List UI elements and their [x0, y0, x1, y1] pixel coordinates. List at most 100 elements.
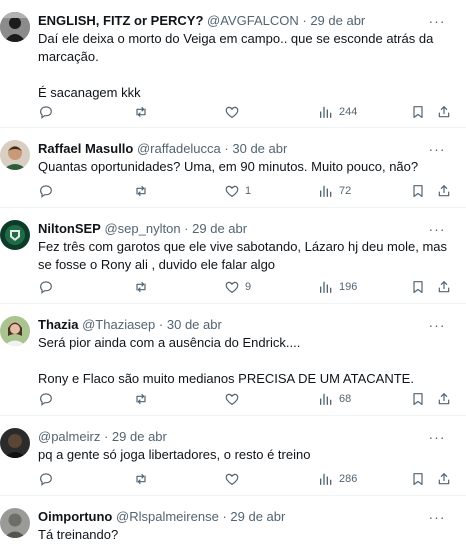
avatar[interactable]: [0, 316, 30, 346]
bookmark-button[interactable]: [410, 182, 426, 200]
tweet-header: Raffael Masullo @raffadelucca · 30 de ab…: [38, 140, 287, 158]
tweet-text-line: Será pior ainda com a ausência do Endric…: [38, 335, 301, 350]
tweet-text: Daí ele deixa o morto do Veiga em campo.…: [38, 30, 448, 102]
share-icon: [438, 473, 450, 485]
display-name[interactable]: Oimportuno: [38, 509, 112, 524]
reply-icon: [40, 185, 52, 198]
tweet-actions: 1 72: [0, 182, 466, 200]
tweet-date[interactable]: 30 de abr: [167, 317, 222, 332]
display-name[interactable]: Raffael Masullo: [38, 141, 133, 156]
reply-button[interactable]: [38, 278, 59, 296]
tweet[interactable]: Oimportuno @Rlspalmeirense · 29 de abr ·…: [0, 496, 466, 555]
display-name[interactable]: ENGLISH, FITZ or PERCY?: [38, 13, 203, 28]
views-chart-icon: [320, 473, 332, 485]
more-options-icon[interactable]: ···: [426, 142, 448, 156]
retweet-icon: [136, 106, 146, 118]
tweet-date[interactable]: 29 de abr: [230, 509, 285, 524]
bookmark-icon: [413, 185, 423, 197]
views-button[interactable]: 72: [318, 182, 351, 200]
reply-icon: [40, 393, 52, 406]
views-chart-icon: [320, 185, 332, 197]
bookmark-button[interactable]: [410, 103, 426, 121]
share-button[interactable]: [436, 103, 452, 121]
separator-dot: ·: [103, 429, 109, 444]
reply-icon: [40, 281, 52, 294]
user-handle[interactable]: @sep_nylton: [104, 221, 180, 236]
user-handle[interactable]: @Rlspalmeirense: [116, 509, 219, 524]
views-chart-icon: [320, 281, 332, 293]
retweet-button[interactable]: [133, 278, 154, 296]
tweet[interactable]: Raffael Masullo @raffadelucca · 30 de ab…: [0, 128, 466, 208]
reply-icon: [40, 106, 52, 119]
retweet-button[interactable]: [133, 390, 154, 408]
tweet[interactable]: NiltonSEP @sep_nylton · 29 de abr ··· Fe…: [0, 208, 466, 304]
tweet-text: Será pior ainda com a ausência do Endric…: [38, 334, 448, 388]
reply-button[interactable]: [38, 103, 59, 121]
bookmark-button[interactable]: [410, 470, 426, 488]
heart-icon: [225, 185, 239, 197]
view-count: 72: [339, 185, 352, 197]
tweet-header: ENGLISH, FITZ or PERCY? @AVGFALCON · 29 …: [38, 12, 365, 30]
avatar[interactable]: [0, 508, 30, 538]
share-button[interactable]: [436, 470, 452, 488]
more-options-icon[interactable]: ···: [426, 510, 448, 524]
like-button[interactable]: [224, 390, 245, 408]
reply-button[interactable]: [38, 182, 59, 200]
like-button[interactable]: [224, 103, 245, 121]
display-name[interactable]: Thazia: [38, 317, 78, 332]
tweet-header: Thazia @Thaziasep · 30 de abr: [38, 316, 222, 334]
retweet-icon: [136, 185, 146, 197]
avatar[interactable]: [0, 12, 30, 42]
bookmark-button[interactable]: [410, 278, 426, 296]
separator-dot: ·: [184, 221, 189, 236]
tweet[interactable]: Thazia @Thaziasep · 30 de abr ··· Será p…: [0, 304, 466, 416]
tweet-text: Quantas oportunidades? Uma, em 90 minuto…: [38, 158, 448, 176]
retweet-button[interactable]: [133, 103, 154, 121]
tweet[interactable]: @palmeirz · 29 de abr ··· pq a gente só …: [0, 416, 466, 496]
user-handle[interactable]: @Thaziasep: [82, 317, 155, 332]
more-options-icon[interactable]: ···: [426, 318, 448, 332]
avatar-image: [0, 12, 30, 42]
like-button[interactable]: 9: [224, 278, 251, 296]
retweet-button[interactable]: [133, 470, 154, 488]
tweet[interactable]: ENGLISH, FITZ or PERCY? @AVGFALCON · 29 …: [0, 0, 466, 128]
like-button[interactable]: 1: [224, 182, 251, 200]
tweet-header: NiltonSEP @sep_nylton · 29 de abr: [38, 220, 247, 238]
share-button[interactable]: [436, 390, 452, 408]
avatar[interactable]: [0, 140, 30, 170]
reply-button[interactable]: [38, 390, 59, 408]
heart-icon: [225, 473, 239, 485]
reply-button[interactable]: [38, 470, 59, 488]
tweet-date[interactable]: 30 de abr: [232, 141, 287, 156]
avatar-image: [0, 508, 30, 538]
more-options-icon[interactable]: ···: [426, 430, 448, 444]
more-options-icon[interactable]: ···: [426, 14, 448, 28]
share-button[interactable]: [436, 182, 452, 200]
views-button[interactable]: 286: [318, 470, 357, 488]
tweet-date[interactable]: 29 de abr: [310, 13, 365, 28]
more-options-icon[interactable]: ···: [426, 222, 448, 236]
user-handle[interactable]: @palmeirz: [38, 429, 100, 444]
avatar-image: [0, 428, 30, 458]
tweet-text-line: Quantas oportunidades? Uma, em 90 minuto…: [38, 159, 419, 174]
separator-dot: ·: [224, 141, 229, 156]
tweet-text-line: pq a gente só joga libertadores, o resto…: [38, 447, 311, 462]
tweet-date[interactable]: 29 de abr: [192, 221, 247, 236]
views-button[interactable]: 68: [318, 390, 351, 408]
user-handle[interactable]: @raffadelucca: [137, 141, 221, 156]
like-button[interactable]: [224, 470, 245, 488]
views-button[interactable]: 196: [318, 278, 357, 296]
display-name[interactable]: NiltonSEP: [38, 221, 101, 236]
share-button[interactable]: [436, 278, 452, 296]
avatar[interactable]: [0, 428, 30, 458]
views-chart-icon: [320, 106, 332, 118]
user-handle[interactable]: @AVGFALCON: [207, 13, 299, 28]
views-button[interactable]: 244: [318, 103, 357, 121]
avatar[interactable]: [0, 220, 30, 250]
bookmark-button[interactable]: [410, 390, 426, 408]
like-count: 9: [245, 281, 252, 293]
retweet-button[interactable]: [133, 182, 154, 200]
separator-dot: ·: [302, 13, 307, 28]
tweet-date[interactable]: 29 de abr: [112, 429, 167, 444]
retweet-icon: [136, 281, 146, 293]
